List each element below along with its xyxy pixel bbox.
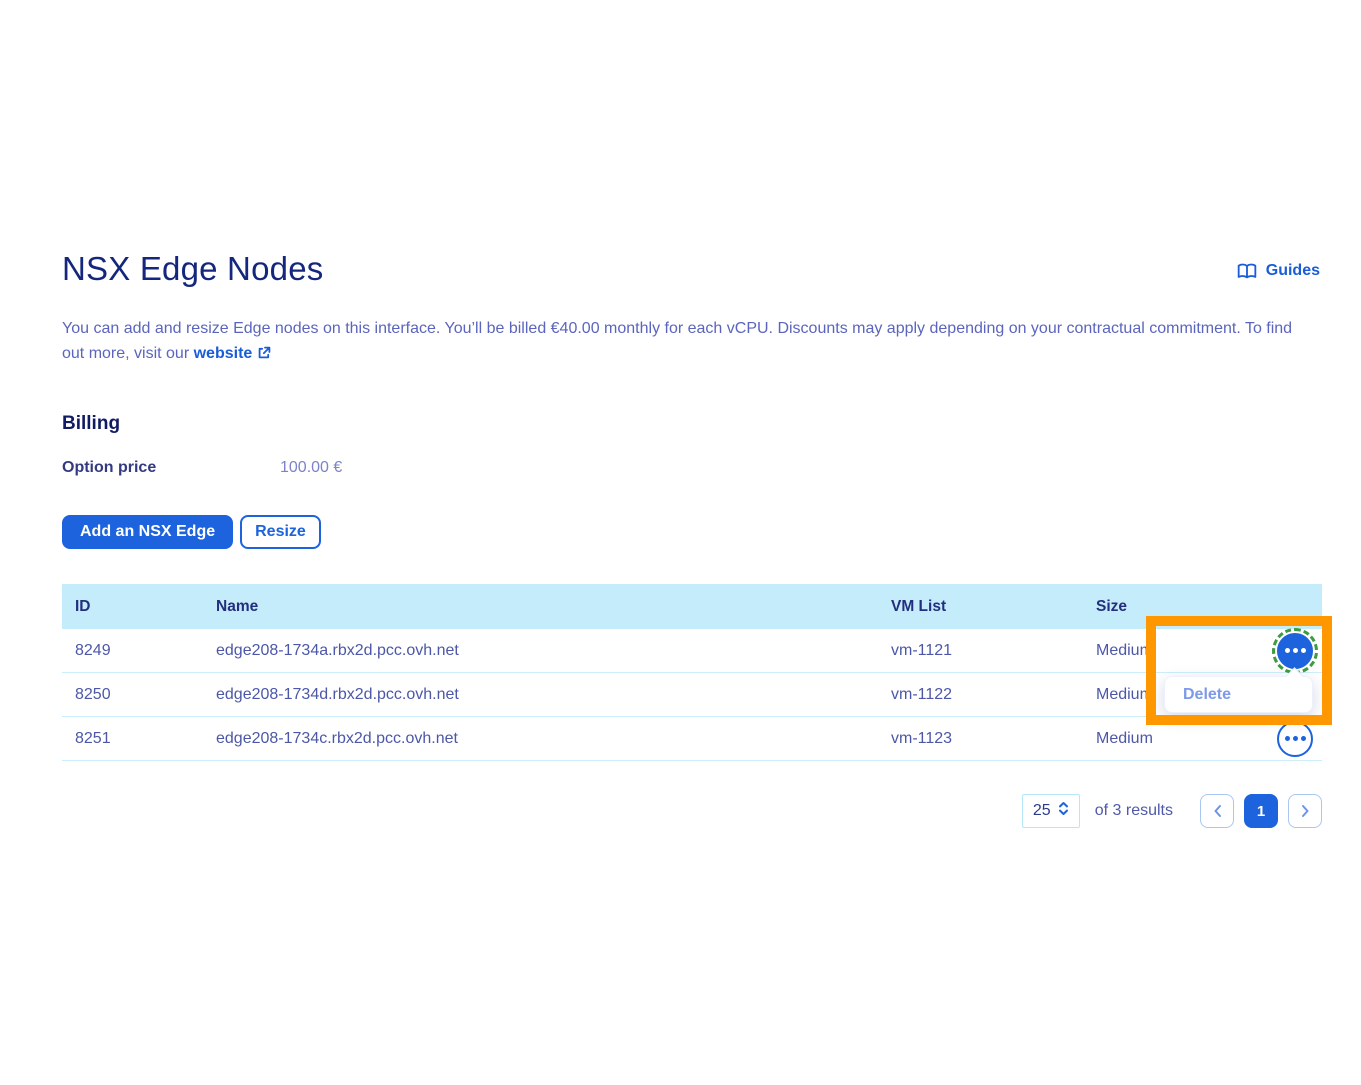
cell-name: edge208-1734d.rbx2d.pcc.ovh.net <box>203 686 878 704</box>
cell-id: 8251 <box>62 730 203 748</box>
row-actions-menu-button[interactable] <box>1277 633 1313 669</box>
external-link-icon <box>257 343 271 368</box>
page-size-select[interactable]: 25 <box>1022 794 1080 828</box>
row-actions-menu-button[interactable] <box>1277 721 1313 757</box>
cell-name: edge208-1734c.rbx2d.pcc.ovh.net <box>203 730 878 748</box>
page-title: NSX Edge Nodes <box>62 250 323 288</box>
option-price-label: Option price <box>62 459 280 477</box>
cell-id: 8249 <box>62 642 203 660</box>
pager: 1 <box>1200 794 1322 828</box>
page-description: You can add and resize Edge nodes on thi… <box>62 316 1310 368</box>
cell-id: 8250 <box>62 686 203 704</box>
cell-size: Medium <box>1083 642 1230 660</box>
delete-menu-item[interactable]: Delete <box>1165 677 1312 712</box>
chevron-left-icon <box>1213 804 1222 818</box>
cell-vm-list: vm-1122 <box>878 686 1083 704</box>
option-price-value: 100.00 € <box>280 459 342 477</box>
pagination-bar: 25 of 3 results 1 <box>62 794 1322 828</box>
ellipsis-icon <box>1285 736 1290 741</box>
add-nsx-edge-button[interactable]: Add an NSX Edge <box>62 515 233 549</box>
current-page-button[interactable]: 1 <box>1244 794 1278 828</box>
actions-dropdown-menu: Delete <box>1164 676 1313 713</box>
table-row: 8251 edge208-1734c.rbx2d.pcc.ovh.net vm-… <box>62 717 1322 761</box>
edge-nodes-table: ID Name VM List Size 8249 edge208-1734a.… <box>62 584 1322 761</box>
option-price-row: Option price 100.00 € <box>62 459 342 477</box>
column-header-id: ID <box>62 598 203 616</box>
page-header: NSX Edge Nodes Guides <box>62 250 1320 288</box>
resize-button[interactable]: Resize <box>240 515 321 549</box>
toolbar: Add an NSX Edge Resize <box>62 515 321 549</box>
column-header-vm-list: VM List <box>878 598 1083 616</box>
guides-link[interactable]: Guides <box>1237 262 1320 280</box>
cell-vm-list: vm-1123 <box>878 730 1083 748</box>
column-header-name: Name <box>203 598 878 616</box>
page-size-value: 25 <box>1033 802 1051 820</box>
cell-name: edge208-1734a.rbx2d.pcc.ovh.net <box>203 642 878 660</box>
next-page-button[interactable] <box>1288 794 1322 828</box>
cell-vm-list: vm-1121 <box>878 642 1083 660</box>
table-row: 8250 edge208-1734d.rbx2d.pcc.ovh.net vm-… <box>62 673 1322 717</box>
up-down-chevron-icon <box>1058 801 1069 821</box>
table-row: 8249 edge208-1734a.rbx2d.pcc.ovh.net vm-… <box>62 629 1322 673</box>
website-link[interactable]: website <box>194 345 253 362</box>
chevron-right-icon <box>1301 804 1310 818</box>
cell-size: Medium <box>1083 730 1230 748</box>
table-header-row: ID Name VM List Size <box>62 584 1322 629</box>
guides-label: Guides <box>1266 262 1320 280</box>
book-icon <box>1237 263 1257 280</box>
results-count-text: of 3 results <box>1095 802 1173 820</box>
previous-page-button[interactable] <box>1200 794 1234 828</box>
column-header-size: Size <box>1083 598 1230 616</box>
billing-heading: Billing <box>62 413 120 435</box>
ellipsis-icon <box>1285 648 1290 653</box>
